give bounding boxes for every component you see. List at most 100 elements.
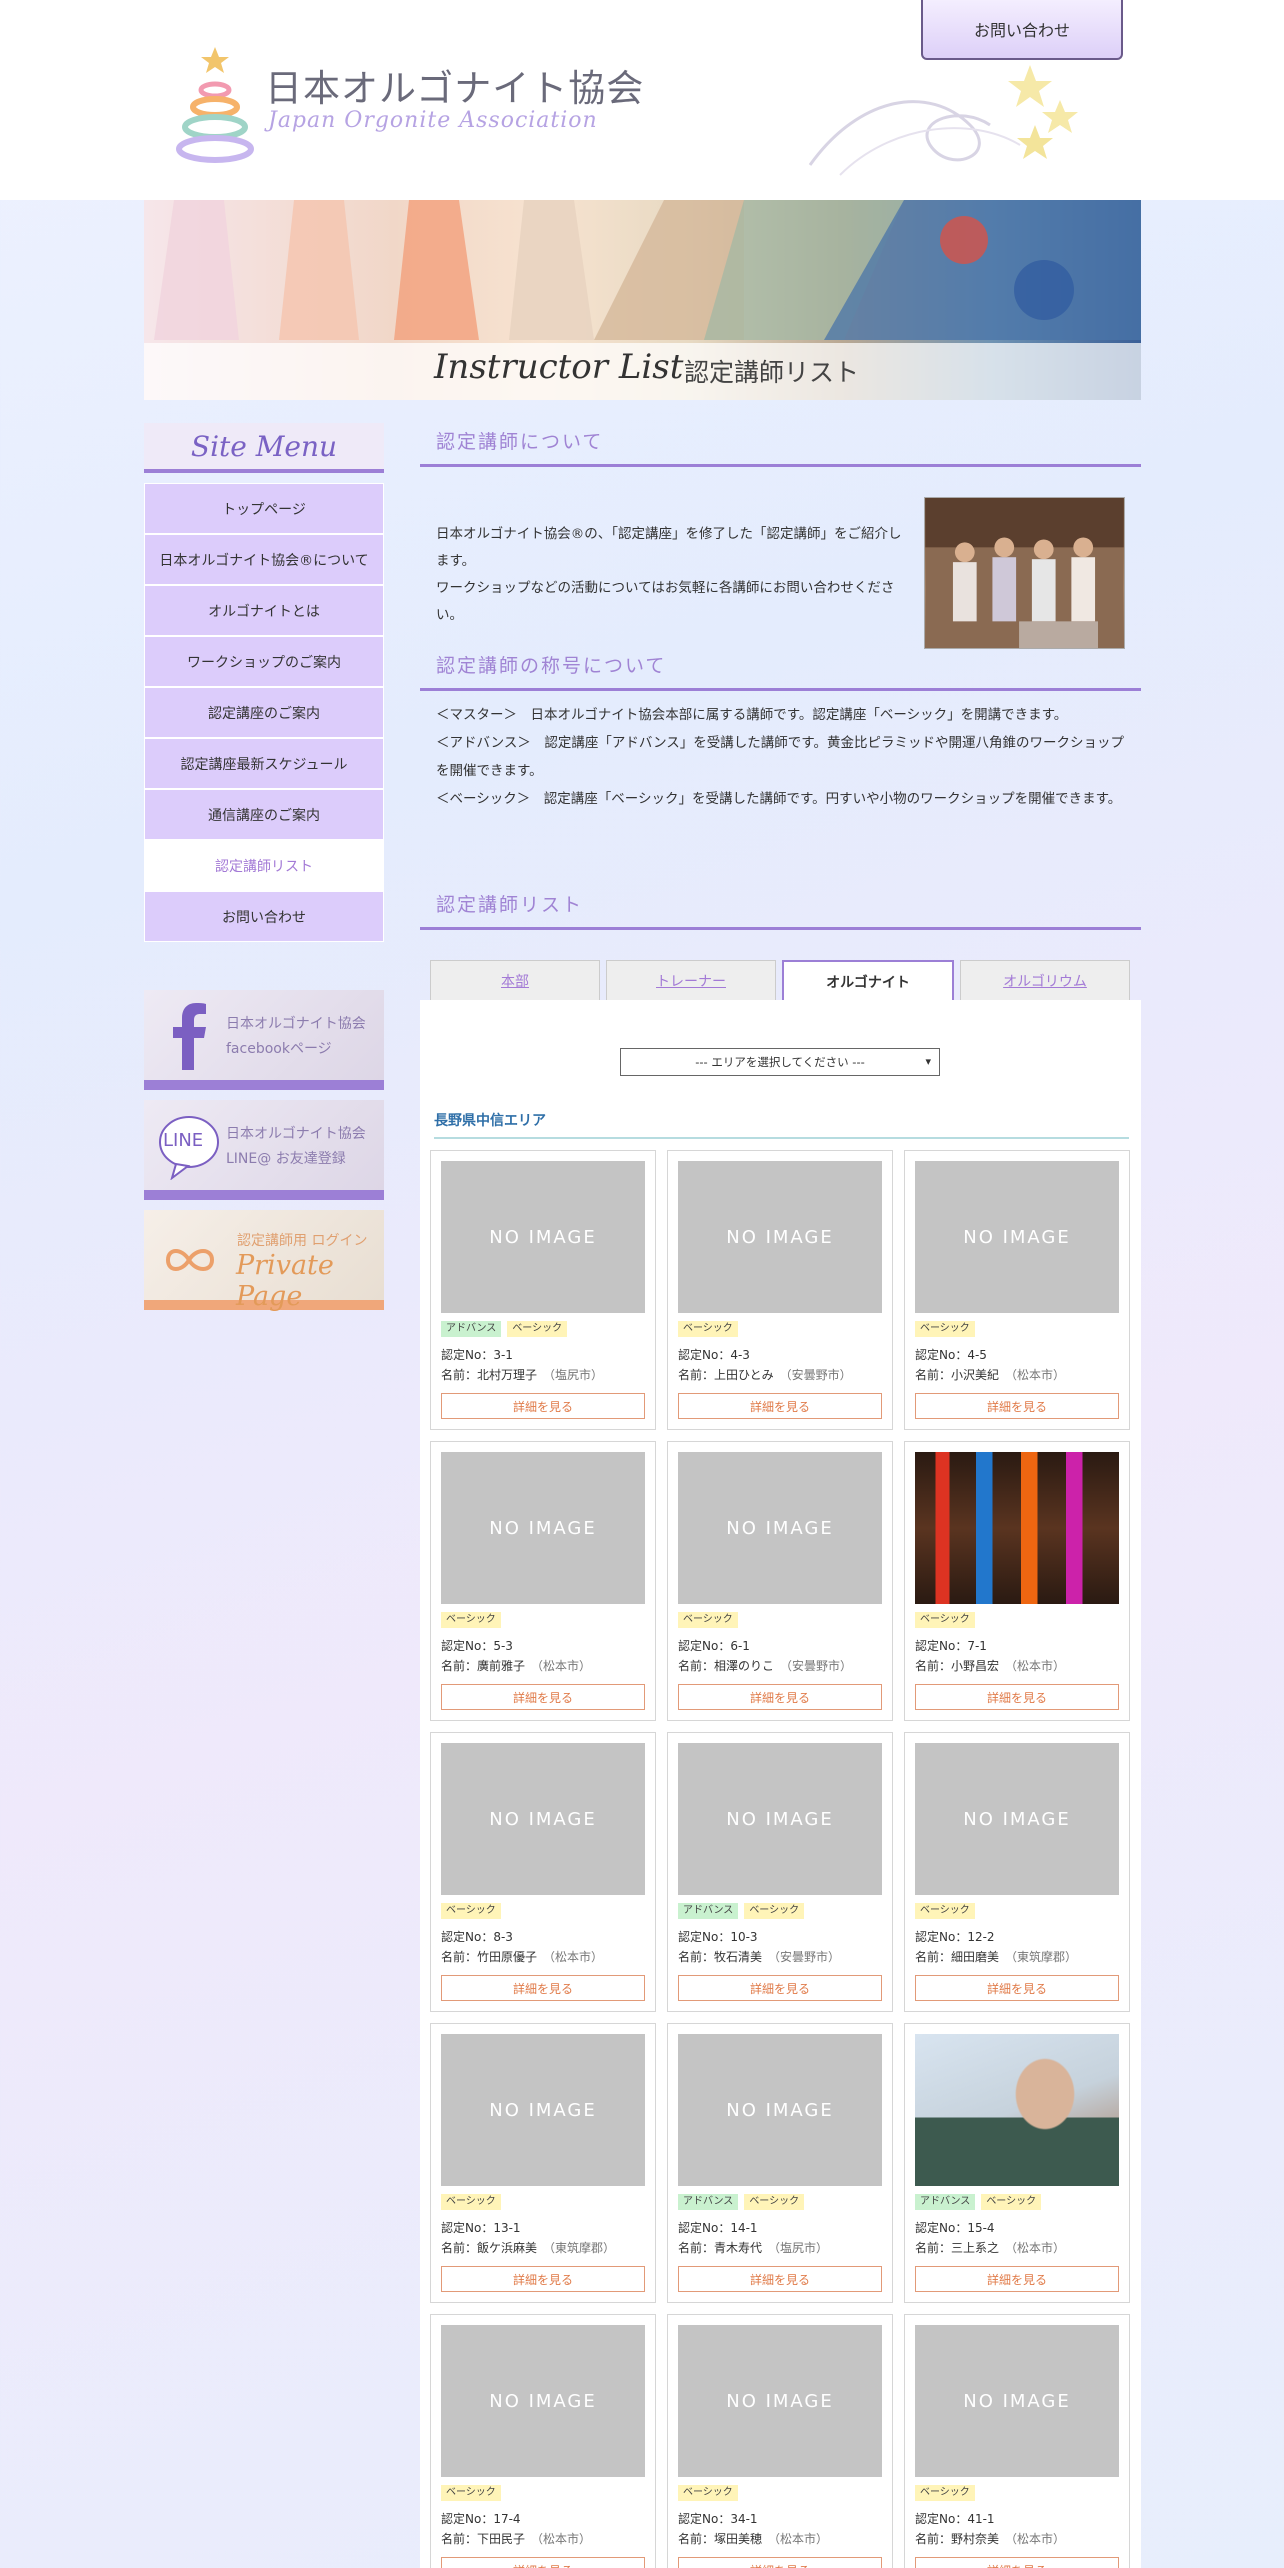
city-text: （安曇野市） [768,1950,841,1964]
certification-number: 認定No：3-1 [441,1348,513,1362]
facebook-line-2: facebookページ [226,1041,332,1057]
detail-button[interactable]: 詳細を見る [441,1684,645,1710]
detail-button[interactable]: 詳細を見る [441,2266,645,2292]
instructors-group-photo [924,497,1125,649]
badges: ベーシック [678,1321,882,1339]
instructor-name: 名前：小沢美紀 （松本市） [915,1365,1119,1385]
tab-orgorium[interactable]: オルゴリウム [960,960,1130,1000]
basic-badge: ベーシック [915,1903,975,1919]
decorative-stars-icon [808,65,1078,176]
basic-badge: ベーシック [915,2485,975,2501]
basic-badge: ベーシック [744,1903,805,1919]
logo-subtitle: Japan Orgonite Association [268,108,598,133]
site-header: 日本オルゴナイト協会 Japan Orgonite Association お問… [0,0,1284,200]
logo-tree-icon[interactable] [175,45,255,165]
certification-number: 認定No：10-3 [678,1930,758,1944]
no-image-placeholder: NO IMAGE [441,2034,645,2186]
detail-button[interactable]: 詳細を見る [678,1975,882,2001]
private-page-banner[interactable]: 認定講師用 ログイン Private Page [144,1210,384,1312]
menu-item-about-association[interactable]: 日本オルゴナイト協会®について [144,534,384,585]
menu-item-workshop[interactable]: ワークショップのご案内 [144,636,384,687]
instructor-name: 名前：相澤のりこ （安曇野市） [678,1656,882,1676]
facebook-icon [173,1003,206,1070]
menu-item-instructor-list[interactable]: 認定講師リスト [144,840,384,891]
basic-badge: ベーシック [981,2194,1042,2210]
badges: ベーシック [915,2485,1119,2503]
city-text: （松本市） [1005,2241,1066,2255]
menu-item-what-is-orgonite[interactable]: オルゴナイトとは [144,585,384,636]
instructor-name: 名前：塚田美穂 （松本市） [678,2529,882,2549]
detail-button[interactable]: 詳細を見る [441,2557,645,2568]
main-content: 認定講師について 日本オルゴナイト協会®の、「認定講座」を修了した「認定講師」を… [420,423,1141,2568]
line-banner-text: 日本オルゴナイト協会 LINE@ お友達登録 [226,1122,366,1172]
contact-button[interactable]: お問い合わせ [921,0,1123,60]
no-image-placeholder: NO IMAGE [678,2034,882,2186]
facebook-line-1: 日本オルゴナイト協会 [226,1016,366,1032]
certification-number: 認定No：6-1 [678,1639,750,1653]
detail-button[interactable]: 詳細を見る [915,2557,1119,2568]
badges: アドバンス ベーシック [915,2194,1119,2212]
menu-item-course-schedule[interactable]: 認定講座最新スケジュール [144,738,384,789]
menu-item-top[interactable]: トップページ [144,483,384,534]
instructor-name: 名前：三上系之 （松本市） [915,2238,1119,2258]
city-text: （東筑摩郡） [543,2241,616,2255]
badges: アドバンス ベーシック [678,2194,882,2212]
badges: ベーシック [441,1903,645,1921]
badges: アドバンス ベーシック [441,1321,645,1339]
detail-button[interactable]: 詳細を見る [915,1684,1119,1710]
tab-headquarters[interactable]: 本部 [430,960,600,1000]
instructor-card: NO IMAGE ベーシック 認定No：12-2 名前：細田磨美 （東筑摩郡） 詳… [904,1732,1130,2012]
about-section: 日本オルゴナイト協会®の、「認定講座」を修了した「認定講師」をご紹介します。 ワ… [420,467,1141,649]
instructor-photo [915,1452,1119,1604]
instructor-card: NO IMAGE ベーシック 認定No：13-1 名前：飯ケ浜麻美 （東筑摩郡） … [430,2023,656,2303]
certification-number: 認定No：4-5 [915,1348,987,1362]
instructor-card: NO IMAGE ベーシック 認定No：41-1 名前：野村奈美 （松本市） 詳細… [904,2314,1130,2568]
area-select[interactable]: --- エリアを選択してください --- ▾ [620,1048,940,1076]
detail-button[interactable]: 詳細を見る [915,1393,1119,1419]
no-image-placeholder: NO IMAGE [678,2325,882,2477]
instructor-panel: --- エリアを選択してください --- ▾ 長野県中信エリア NO IMAGE… [420,1000,1141,2568]
city-text: （松本市） [531,2532,592,2546]
detail-button[interactable]: 詳細を見る [441,1975,645,2001]
detail-button[interactable]: 詳細を見る [441,1393,645,1419]
instructor-name: 名前：飯ケ浜麻美 （東筑摩郡） [441,2238,645,2258]
no-image-placeholder: NO IMAGE [441,1452,645,1604]
instructor-card: NO IMAGE ベーシック 認定No：4-5 名前：小沢美紀 （松本市） 詳細を… [904,1150,1130,1430]
basic-badge: ベーシック [915,1612,975,1628]
city-text: （安曇野市） [779,1368,852,1382]
city-text: （塩尻市） [543,1368,604,1382]
detail-button[interactable]: 詳細を見る [678,2557,882,2568]
basic-badge: ベーシック [678,1612,738,1628]
detail-button[interactable]: 詳細を見る [915,1975,1119,2001]
city-text: （松本市） [531,1659,592,1673]
facebook-banner-text: 日本オルゴナイト協会 facebookページ [226,1012,366,1062]
city-text: （安曇野市） [780,1659,853,1673]
tab-orgonite[interactable]: オルゴナイト [782,960,954,1001]
basic-badge: ベーシック [441,2194,501,2210]
titles-section-title: 認定講師の称号について [420,647,1141,691]
site-menu-title: Site Menu [144,423,384,473]
private-page-subtitle: 認定講師用 ログイン [237,1233,368,1249]
city-text: （松本市） [768,2532,829,2546]
instructor-name: 名前：野村奈美 （松本市） [915,2529,1119,2549]
badges: ベーシック [678,2485,882,2503]
facebook-banner[interactable]: 日本オルゴナイト協会 facebookページ [144,990,384,1090]
line-banner[interactable]: LINE 日本オルゴナイト協会 LINE@ お友達登録 [144,1100,384,1200]
menu-item-certified-course[interactable]: 認定講座のご案内 [144,687,384,738]
name-text: 名前：相澤のりこ [678,1659,775,1673]
basic-badge: ベーシック [441,1903,501,1919]
no-image-placeholder: NO IMAGE [678,1161,882,1313]
city-text: （松本市） [1005,2532,1066,2546]
name-text: 名前：竹田原優子 [441,1950,538,1964]
detail-button[interactable]: 詳細を見る [678,1684,882,1710]
detail-button[interactable]: 詳細を見る [678,2266,882,2292]
menu-item-correspondence-course[interactable]: 通信講座のご案内 [144,789,384,840]
sidebar: Site Menu トップページ 日本オルゴナイト協会®について オルゴナイトと… [144,423,384,1320]
detail-button[interactable]: 詳細を見る [915,2266,1119,2292]
detail-button[interactable]: 詳細を見る [678,1393,882,1419]
tab-trainer[interactable]: トレーナー [606,960,776,1000]
menu-item-contact[interactable]: お問い合わせ [144,891,384,942]
logo-title[interactable]: 日本オルゴナイト協会 [265,58,644,112]
about-text-line-1: 日本オルゴナイト協会®の、「認定講座」を修了した「認定講師」をご紹介します。 [436,526,902,569]
instructor-card: NO IMAGE ベーシック 認定No：34-1 名前：塚田美穂 （松本市） 詳細… [667,2314,893,2568]
